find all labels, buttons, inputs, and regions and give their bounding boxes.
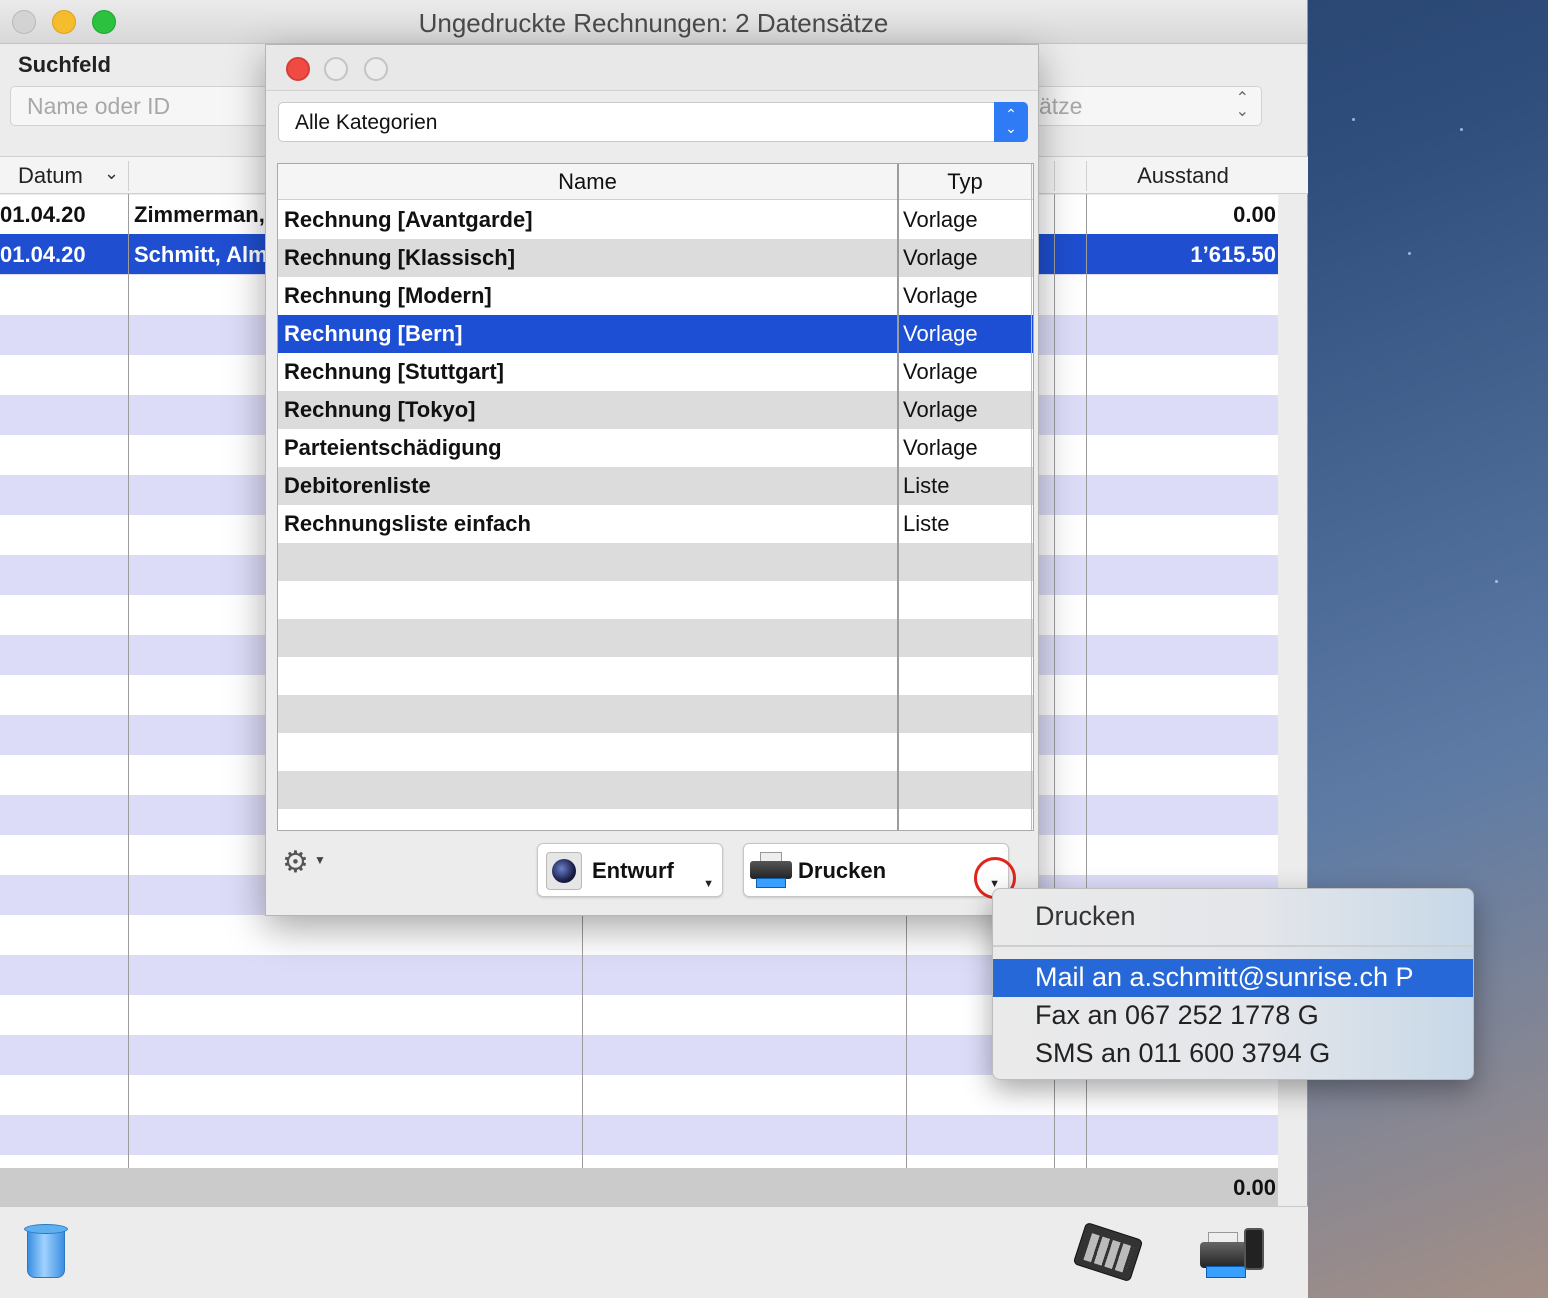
column-header-ausstand[interactable]: Ausstand <box>1088 163 1278 189</box>
up-down-chevron-icon: ⌃ ⌄ <box>1235 90 1249 120</box>
star <box>1408 252 1411 255</box>
template-name: Parteientschädigung <box>284 435 502 460</box>
totals-bar: 0.00 <box>0 1168 1278 1206</box>
template-name: Rechnung [Modern] <box>284 283 492 308</box>
table-row[interactable]: Rechnung [Avantgarde] Vorlage <box>278 201 1033 239</box>
column-divider <box>897 164 899 830</box>
table-row-selected[interactable]: Rechnung [Bern] Vorlage <box>278 315 1033 353</box>
caret-down-icon: ▼ <box>314 853 326 867</box>
column-separator[interactable] <box>1054 161 1055 191</box>
window-title: Ungedruckte Rechnungen: 2 Datensätze <box>418 8 889 38</box>
template-table-header: Name Typ <box>278 164 1033 200</box>
template-table-body: Rechnung [Avantgarde] Vorlage Rechnung [… <box>278 201 1033 830</box>
column-divider <box>128 194 129 1206</box>
search-input[interactable]: Name oder ID <box>10 86 270 126</box>
column-separator[interactable] <box>128 161 129 191</box>
fax-phone <box>1244 1228 1264 1270</box>
row-datum: 01.04.20 <box>0 202 86 227</box>
template-name: Rechnungsliste einfach <box>284 511 531 536</box>
row-ausstand: 1’615.50 <box>1190 242 1276 267</box>
trash-icon[interactable] <box>24 1224 68 1280</box>
dialog-zoom-button[interactable] <box>364 57 388 81</box>
column-header-name[interactable]: Name <box>278 169 897 195</box>
dialog-titlebar[interactable] <box>266 45 1038 91</box>
printer-body <box>750 861 792 879</box>
gear-icon[interactable]: ⚙ <box>282 845 309 880</box>
trash-lid <box>24 1224 68 1234</box>
template-name: Rechnung [Klassisch] <box>284 245 516 270</box>
entwurf-label: Entwurf <box>592 858 674 883</box>
row-name: Schmitt, Alm <box>134 242 268 267</box>
template-type: Vorlage <box>903 321 978 346</box>
window-titlebar[interactable]: Ungedruckte Rechnungen: 2 Datensätze <box>0 0 1307 44</box>
template-name: Rechnung [Bern] <box>284 321 463 346</box>
template-type: Vorlage <box>903 359 978 384</box>
menu-separator <box>993 945 1473 947</box>
column-divider <box>582 914 583 1206</box>
column-divider <box>906 914 907 1206</box>
print-dialog: Alle Kategorien ⌃ ⌄ Name Typ Rechnung [Av… <box>265 44 1039 916</box>
template-type: Vorlage <box>903 283 978 308</box>
row-name: Zimmerman, <box>134 202 265 227</box>
template-name: Debitorenliste <box>284 473 431 498</box>
star <box>1495 580 1498 583</box>
entwurf-button[interactable]: Entwurf ▼ <box>537 843 723 897</box>
template-table[interactable]: Name Typ Rechnung [Avantgarde] Vorlage R… <box>277 163 1034 831</box>
star <box>1352 118 1355 121</box>
lens-icon <box>546 852 582 890</box>
row-datum: 01.04.20 <box>0 242 86 267</box>
drucken-label: Drucken <box>798 858 887 883</box>
column-header-datum[interactable]: Datum <box>18 163 83 189</box>
template-type: Vorlage <box>903 435 978 460</box>
table-row[interactable]: Debitorenliste Liste <box>278 467 1033 505</box>
menu-item-sms[interactable]: SMS an 011 600 3794 G <box>993 1035 1473 1073</box>
table-row[interactable]: Rechnung [Klassisch] Vorlage <box>278 239 1033 277</box>
table-row[interactable]: Rechnung [Tokyo] Vorlage <box>278 391 1033 429</box>
total-ausstand: 0.00 <box>1233 1175 1276 1200</box>
filter-select-value: ätze <box>1039 93 1083 119</box>
dialog-minimize-button[interactable] <box>324 57 348 81</box>
sort-chevron-icon[interactable]: ⌄ <box>104 163 119 184</box>
star <box>1460 128 1463 131</box>
template-type: Vorlage <box>903 397 978 422</box>
column-divider <box>1031 164 1032 830</box>
printer-icon <box>750 852 792 890</box>
table-row[interactable]: Parteientschädigung Vorlage <box>278 429 1033 467</box>
template-type: Liste <box>903 511 950 536</box>
printer-tray <box>756 878 786 888</box>
caret-down-icon: ▼ <box>703 878 714 890</box>
fax-printer-icon[interactable] <box>1200 1228 1266 1282</box>
trash-can-body <box>27 1230 65 1278</box>
category-select-value: Alle Kategorien <box>295 111 438 134</box>
menu-item-fax[interactable]: Fax an 067 252 1778 G <box>993 997 1473 1035</box>
menu-item-drucken[interactable]: Drucken <box>1035 901 1136 932</box>
search-label: Suchfeld <box>18 52 111 77</box>
template-type: Liste <box>903 473 950 498</box>
table-row[interactable]: Rechnung [Modern] Vorlage <box>278 277 1033 315</box>
row-ausstand: 0.00 <box>1233 202 1276 227</box>
table-row[interactable]: Rechnung [Stuttgart] Vorlage <box>278 353 1033 391</box>
table-row[interactable]: Rechnungsliste einfach Liste <box>278 505 1033 543</box>
template-name: Rechnung [Tokyo] <box>284 397 476 422</box>
template-type: Vorlage <box>903 207 978 232</box>
column-separator[interactable] <box>1086 161 1087 191</box>
template-name: Rechnung [Stuttgart] <box>284 359 504 384</box>
filter-select[interactable]: ätze ⌃ ⌄ <box>1030 86 1262 126</box>
up-down-chevron-icon: ⌃ ⌄ <box>994 102 1028 142</box>
category-select[interactable]: Alle Kategorien ⌃ ⌄ <box>278 102 1028 142</box>
template-type: Vorlage <box>903 245 978 270</box>
column-header-typ[interactable]: Typ <box>899 169 1031 195</box>
template-name: Rechnung [Avantgarde] <box>284 207 533 232</box>
menu-item-mail[interactable]: Mail an a.schmitt@sunrise.ch P <box>993 959 1473 997</box>
fax-tray <box>1206 1266 1246 1278</box>
drucken-popup-menu: Drucken Mail an a.schmitt@sunrise.ch P F… <box>992 888 1474 1080</box>
drucken-button[interactable]: Drucken ▼ <box>743 843 1009 897</box>
dialog-close-button[interactable] <box>286 57 310 81</box>
